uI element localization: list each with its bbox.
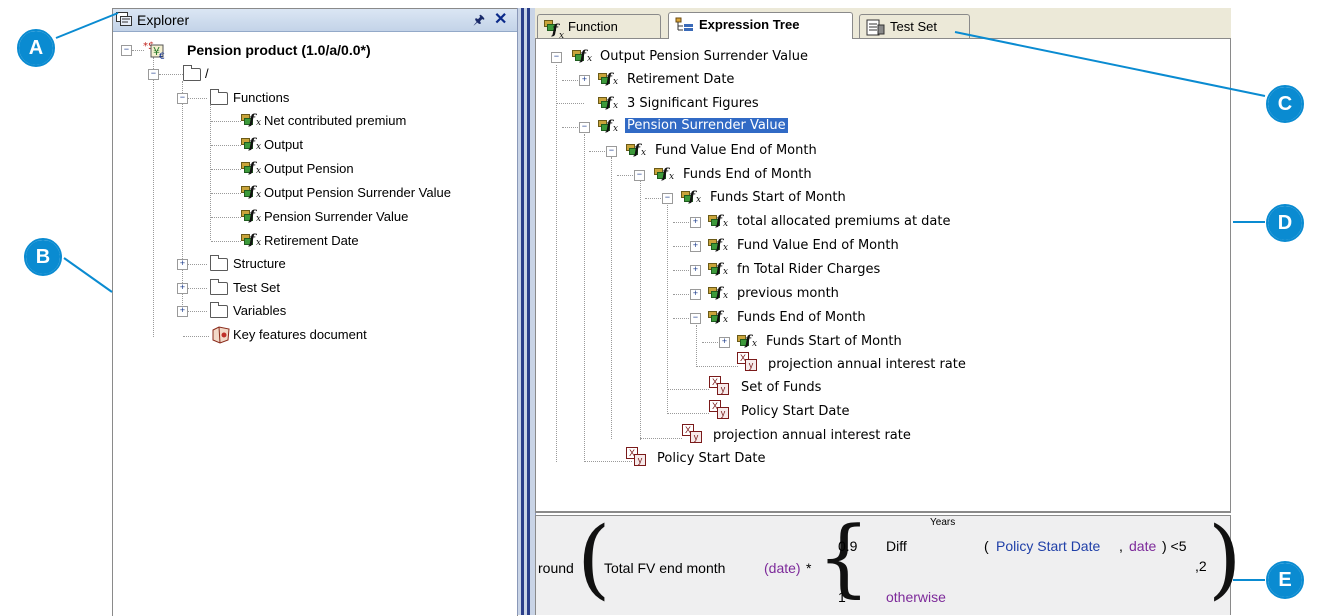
callout-leaders <box>55 12 1266 581</box>
callout-c: C <box>1266 85 1304 123</box>
callout-a: A <box>17 29 55 67</box>
callout-e: E <box>1266 561 1304 599</box>
callout-b: B <box>24 238 62 276</box>
callout-d: D <box>1266 204 1304 242</box>
